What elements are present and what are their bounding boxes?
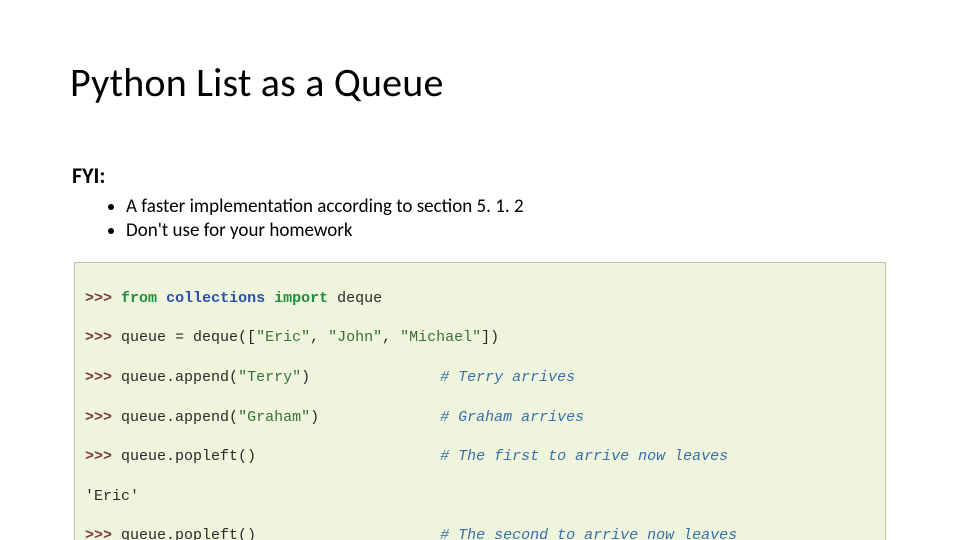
code-line: >>> queue.append("Graham") # Graham arriv…: [85, 408, 875, 428]
comment: # Graham arrives: [440, 409, 584, 426]
output-line: 'Eric': [85, 487, 875, 507]
repl-prompt: >>>: [85, 369, 112, 386]
code-text: ]): [481, 329, 499, 346]
code-block: >>> from collections import deque >>> qu…: [74, 262, 886, 540]
repl-prompt: >>>: [85, 448, 112, 465]
code-line: >>> queue.popleft() # The first to arrive…: [85, 447, 875, 467]
code-text: queue.popleft(): [121, 448, 256, 465]
string-literal: "Graham": [238, 409, 310, 426]
list-item: A faster implementation according to sec…: [108, 195, 524, 219]
slide: Python List as a Queue FYI: A faster imp…: [0, 0, 960, 540]
string-literal: "Eric": [256, 329, 310, 346]
code-text: ,: [382, 329, 400, 346]
code-text: queue.append(: [121, 409, 238, 426]
bullet-text: Don't use for your homework: [126, 219, 353, 243]
code-text: queue.append(: [121, 369, 238, 386]
code-line: >>> from collections import deque: [85, 289, 875, 309]
keyword-from: from: [121, 290, 157, 307]
comment: # The first to arrive now leaves: [440, 448, 728, 465]
fyi-heading: FYI:: [72, 162, 105, 189]
bullet-text: A faster implementation according to sec…: [126, 195, 524, 219]
bullet-dot-icon: [108, 204, 114, 210]
module-collections: collections: [166, 290, 265, 307]
code-line: >>> queue.popleft() # The second to arriv…: [85, 526, 875, 540]
repl-prompt: >>>: [85, 527, 112, 540]
list-item: Don't use for your homework: [108, 219, 524, 243]
code-text: ,: [310, 329, 328, 346]
code-text: ): [301, 369, 310, 386]
code-line: >>> queue.append("Terry") # Terry arrives: [85, 368, 875, 388]
repl-prompt: >>>: [85, 290, 112, 307]
code-line: >>> queue = deque(["Eric", "John", "Mich…: [85, 328, 875, 348]
bullet-list: A faster implementation according to sec…: [108, 195, 524, 243]
code-text: ): [310, 409, 319, 426]
string-literal: "Terry": [238, 369, 301, 386]
slide-title: Python List as a Queue: [70, 58, 444, 107]
comment: # The second to arrive now leaves: [440, 527, 737, 540]
string-literal: "John": [328, 329, 382, 346]
code-text: queue = deque([: [121, 329, 256, 346]
identifier-deque: deque: [337, 290, 382, 307]
keyword-import: import: [274, 290, 328, 307]
code-text: queue.popleft(): [121, 527, 256, 540]
repl-prompt: >>>: [85, 409, 112, 426]
repl-prompt: >>>: [85, 329, 112, 346]
comment: # Terry arrives: [440, 369, 575, 386]
bullet-dot-icon: [108, 228, 114, 234]
string-literal: "Michael": [400, 329, 481, 346]
